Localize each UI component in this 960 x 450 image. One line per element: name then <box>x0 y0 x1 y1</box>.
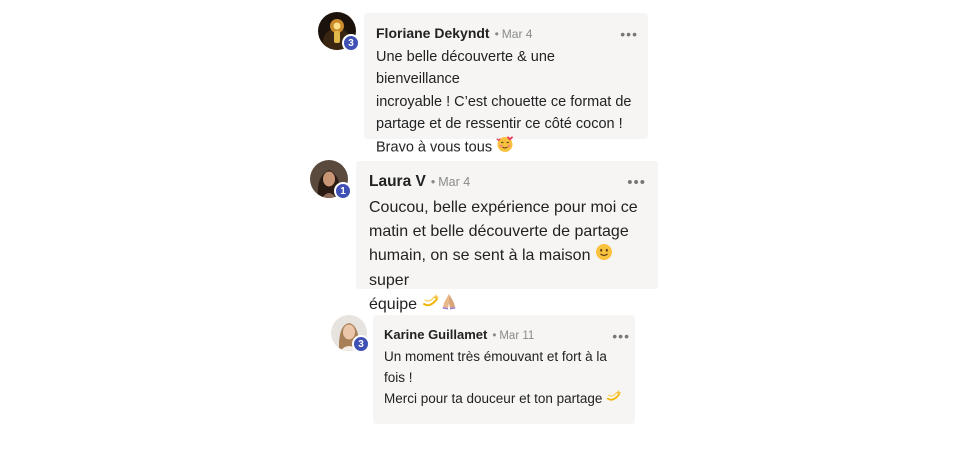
comment-text: Une belle découverte & une bienveillance… <box>376 46 636 160</box>
more-options-icon[interactable]: ••• <box>620 27 638 41</box>
comment-bubble: Karine Guillamet • Mar 11 ••• Un moment … <box>373 315 635 424</box>
author-name[interactable]: Karine Guillamet <box>384 327 487 342</box>
comment-header: Laura V • Mar 4 <box>369 173 646 191</box>
slightly-smiling-face-icon <box>595 243 613 269</box>
comment-bubble: Floriane Dekyndt • Mar 4 ••• Une belle d… <box>364 13 648 156</box>
comment-text-content: super équipe <box>369 271 418 313</box>
level-badge: 3 <box>352 335 370 353</box>
dizzy-icon <box>422 292 440 318</box>
author-name[interactable]: Floriane Dekyndt <box>376 25 490 41</box>
dizzy-icon <box>606 388 622 410</box>
level-badge: 3 <box>342 34 360 52</box>
level-badge: 1 <box>334 182 352 200</box>
comment-text: Coucou, belle expérience pour moi ce mat… <box>369 196 646 318</box>
separator-dot: • <box>494 27 499 41</box>
comment-date[interactable]: Mar 11 <box>499 330 534 342</box>
separator-dot: • <box>492 330 497 342</box>
comment-header: Karine Guillamet • Mar 11 <box>384 327 625 342</box>
author-name[interactable]: Laura V <box>369 173 426 191</box>
more-options-icon[interactable]: ••• <box>612 329 630 343</box>
comment-header: Floriane Dekyndt • Mar 4 <box>376 25 636 41</box>
comment-date[interactable]: Mar 4 <box>502 27 533 41</box>
comment-text-content: Un moment très émouvant et fort à la foi… <box>384 349 607 406</box>
folded-hands-icon <box>440 292 458 318</box>
separator-dot: • <box>430 175 436 189</box>
more-options-icon[interactable]: ••• <box>627 175 646 190</box>
smiling-face-with-hearts-icon <box>496 135 514 160</box>
comment-date[interactable]: Mar 4 <box>438 175 470 189</box>
comment-text: Un moment très émouvant et fort à la foi… <box>384 346 625 410</box>
comment-bubble: Laura V • Mar 4 ••• Coucou, belle expéri… <box>356 161 658 313</box>
